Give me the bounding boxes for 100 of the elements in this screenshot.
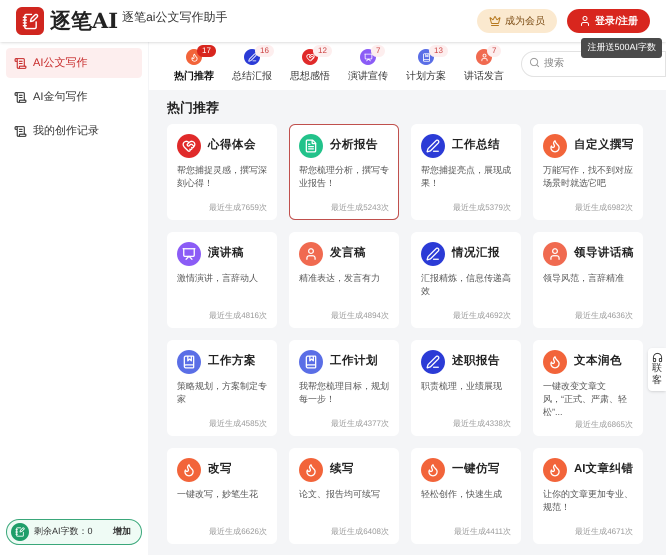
usage-count: 最近生成4816次 [209, 310, 267, 322]
template-card[interactable]: 发言稿 精准表达，发言有力 最近生成4894次 [289, 232, 399, 328]
template-card[interactable]: 工作方案 策略规划，方案制定专家 最近生成4585次 [167, 340, 277, 436]
login-button[interactable]: 登录/注册 [567, 9, 650, 33]
card-title: 演讲稿 [208, 245, 244, 261]
template-card[interactable]: 演讲稿 激情演讲，言辞动人 最近生成4816次 [167, 232, 277, 328]
card-description: 万能写作，找不到对应场景时就选它吧 [543, 164, 633, 190]
card-description: 一键改变文章文风，“正式、严肃、轻松”... [543, 380, 628, 418]
card-title: 一键仿写 [452, 461, 500, 477]
card-description: 轻松创作，快速生成 [421, 488, 503, 500]
card-title: 心得体会 [208, 137, 256, 153]
usage-count: 最近生成6626次 [209, 526, 267, 538]
search-icon [529, 57, 540, 68]
count-badge: 12 [313, 45, 332, 57]
document-icon [14, 56, 27, 70]
card-description: 让你的文章更加专业、规范！ [543, 488, 633, 514]
flame-icon [543, 350, 567, 374]
flame-icon [177, 458, 201, 482]
subtitle: 逐笔ai公文写作助手 [122, 9, 228, 26]
flame-icon [543, 458, 567, 482]
card-description: 精准表达，发言有力 [299, 272, 381, 284]
add-button[interactable]: 增加 [113, 525, 137, 539]
usage-count: 最近生成5379次 [453, 202, 511, 214]
usage-count: 最近生成6865次 [575, 418, 633, 430]
template-card[interactable]: 续写 论文、报告均可续写 最近生成6408次 [289, 448, 399, 544]
card-description: 汇报精炼，信息传递高效 [421, 272, 511, 298]
logo-text: 逐笔AI [50, 7, 118, 36]
document-icon [14, 90, 27, 104]
card-description: 我帮您梳理目标，规划每一步！ [299, 380, 389, 406]
usage-count: 最近生成4894次 [331, 310, 389, 322]
person-icon [543, 242, 567, 266]
edit-icon [11, 523, 29, 541]
usage-count: 最近生成4377次 [331, 418, 389, 430]
card-title: 工作计划 [330, 353, 378, 369]
template-card[interactable]: 分析报告 帮您梳理分析，撰写专业报告！ 最近生成5243次 [289, 124, 399, 220]
usage-count: 最近生成4692次 [453, 310, 511, 322]
book-icon [299, 350, 323, 374]
usage-count: 最近生成4411次 [454, 526, 511, 538]
vip-button[interactable]: 成为会员 [477, 9, 558, 33]
card-title: 领导讲话稿 [574, 245, 634, 261]
sidebar-item[interactable]: AI金句写作 [6, 82, 142, 112]
card-description: 策略规划，方案制定专家 [177, 380, 267, 406]
contact-text: 客 [652, 375, 662, 387]
count-badge: 17 [197, 45, 216, 57]
usage-count: 最近生成4585次 [209, 418, 267, 430]
headset-icon [652, 352, 662, 363]
crown-icon [489, 15, 502, 27]
template-card[interactable]: 心得体会 帮您捕捉灵感，撰写深刻心得！ 最近生成7659次 [167, 124, 277, 220]
template-card[interactable]: 领导讲话稿 领导风范，言辞精准 最近生成4636次 [533, 232, 643, 328]
template-card[interactable]: 工作计划 我帮您梳理目标，规划每一步！ 最近生成4377次 [289, 340, 399, 436]
sidebar-item[interactable]: 我的创作记录 [6, 116, 142, 146]
usage-count: 最近生成4338次 [453, 418, 511, 430]
card-description: 帮您捕捉灵感，撰写深刻心得！ [177, 164, 267, 190]
card-title: 分析报告 [330, 137, 378, 153]
usage-count: 最近生成6982次 [575, 202, 633, 214]
card-description: 激情演讲，言辞动人 [177, 272, 259, 284]
usage-count: 最近生成4671次 [575, 526, 633, 538]
section-title: 热门推荐 [167, 99, 220, 117]
count-badge: 7 [371, 45, 386, 57]
document-icon [14, 124, 27, 138]
count-badge: 13 [429, 45, 448, 57]
easel-icon [177, 242, 201, 266]
person-icon [299, 242, 323, 266]
card-title: 发言稿 [330, 245, 366, 261]
card-title: 文本润色 [574, 353, 622, 369]
tooltip: 注册送500AI字数 [581, 38, 662, 58]
contact-widget[interactable]: 联 客 [648, 348, 666, 391]
card-title: 改写 [208, 462, 232, 477]
template-card[interactable]: 述职报告 职责梳理，业绩展现 最近生成4338次 [411, 340, 521, 436]
card-title: 自定义撰写 [574, 137, 634, 153]
card-description: 一键改写，妙笔生花 [177, 488, 259, 500]
template-card[interactable]: 自定义撰写 万能写作，找不到对应场景时就选它吧 最近生成6982次 [533, 124, 643, 220]
quota-label: 剩余AI字数：0 [34, 525, 94, 538]
usage-count: 最近生成7659次 [209, 202, 267, 214]
template-card[interactable]: 情况汇报 汇报精炼，信息传递高效 最近生成4692次 [411, 232, 521, 328]
card-title: 工作方案 [208, 352, 256, 369]
template-card[interactable]: 工作总结 帮您捕捉亮点，展现成果！ 最近生成5379次 [411, 124, 521, 220]
card-description: 帮您梳理分析，撰写专业报告！ [299, 164, 389, 190]
card-description: 帮您捕捉亮点，展现成果！ [421, 164, 511, 190]
count-badge: 7 [487, 45, 502, 57]
card-title: 续写 [330, 461, 354, 477]
flame-icon [421, 458, 445, 482]
card-title: 情况汇报 [452, 245, 500, 261]
usage-count: 最近生成6408次 [331, 526, 389, 538]
book-icon [177, 350, 201, 374]
card-description: 职责梳理，业绩展现 [421, 380, 503, 392]
count-badge: 16 [255, 45, 274, 57]
template-card[interactable]: AI文章纠错 让你的文章更加专业、规范！ 最近生成4671次 [533, 448, 643, 544]
template-card[interactable]: 一键仿写 轻松创作，快速生成 最近生成4411次 [411, 448, 521, 544]
flame-icon [543, 134, 567, 158]
template-card[interactable]: 文本润色 一键改变文章文风，“正式、严肃、轻松”... 最近生成6865次 [533, 340, 643, 436]
flame-icon [299, 458, 323, 482]
template-card[interactable]: 改写 一键改写，妙笔生花 最近生成6626次 [167, 448, 277, 544]
card-title: 工作总结 [452, 137, 500, 153]
card-title: 述职报告 [452, 353, 500, 369]
user-icon [579, 15, 592, 27]
usage-count: 最近生成4636次 [575, 310, 633, 322]
card-description: 论文、报告均可续写 [299, 488, 381, 500]
document-icon [299, 134, 323, 158]
sidebar-item[interactable]: AI公文写作 [6, 48, 142, 78]
